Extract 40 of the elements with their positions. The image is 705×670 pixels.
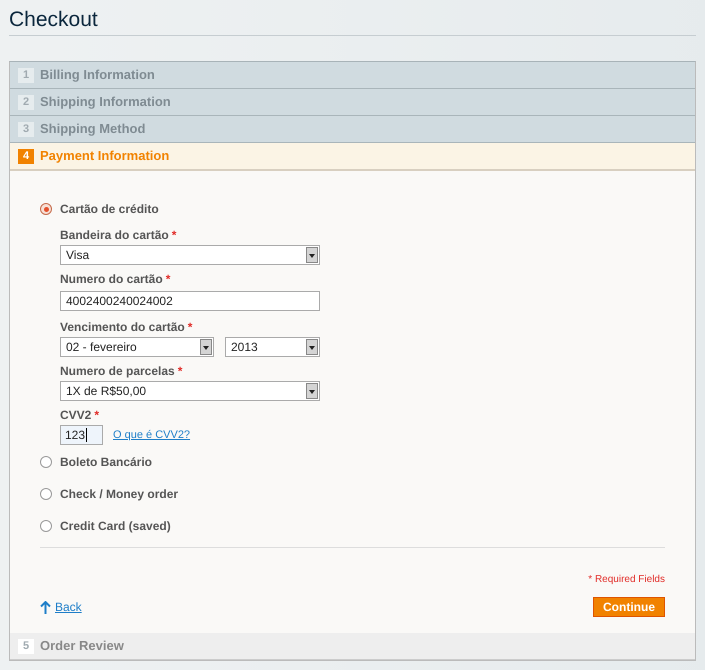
dropdown[interactable]: 1X de R$50,00 bbox=[60, 381, 320, 401]
up-arrow-icon bbox=[40, 600, 51, 614]
dropdown[interactable]: Visa bbox=[60, 245, 320, 265]
radio-button[interactable] bbox=[40, 520, 52, 532]
step-number: 2 bbox=[18, 94, 34, 110]
field-label: Numero de parcelas bbox=[60, 364, 175, 379]
radio-button[interactable] bbox=[40, 488, 52, 500]
required-mark: * bbox=[172, 228, 176, 243]
field-label: Bandeira do cartão bbox=[60, 228, 169, 243]
checkout-step-tab[interactable]: 2 Shipping Information bbox=[10, 89, 695, 116]
page-title: Checkout bbox=[9, 8, 99, 32]
back-link[interactable]: Back bbox=[55, 598, 82, 616]
checkout-step-tab[interactable]: 3 Shipping Method bbox=[10, 116, 695, 143]
step-number: 1 bbox=[18, 68, 34, 82]
checkout-step-tab[interactable]: 5 Order Review bbox=[10, 633, 695, 660]
input-field[interactable]: 4002400240024002 bbox=[60, 291, 320, 311]
step-number: 3 bbox=[18, 122, 34, 136]
required-mark: * bbox=[166, 272, 170, 287]
payment-method-label: Boleto Bancário bbox=[60, 454, 152, 471]
checkout-step-tab[interactable]: 1 Billing Information bbox=[10, 62, 695, 89]
continue-button[interactable]: Continue bbox=[593, 597, 665, 617]
radio-button[interactable] bbox=[40, 203, 52, 215]
cvv-help-link[interactable]: O que é CVV2? bbox=[113, 426, 190, 444]
required-fields-note: * Required Fields bbox=[588, 573, 665, 587]
step-number: 5 bbox=[18, 638, 34, 654]
payment-method-label: Cartão de crédito bbox=[60, 201, 159, 218]
field-label: Vencimento do cartão bbox=[60, 320, 185, 335]
field-label: Numero do cartão bbox=[60, 272, 163, 287]
step-number: 4 bbox=[18, 148, 34, 164]
required-mark: * bbox=[188, 320, 192, 335]
checkout-step-tab[interactable]: 4 Payment Information bbox=[10, 143, 695, 170]
input-field[interactable]: 123 bbox=[60, 425, 103, 445]
payment-method-label: Check / Money order bbox=[60, 486, 178, 503]
required-mark: * bbox=[94, 408, 100, 423]
payment-method-label: Credit Card (saved) bbox=[60, 518, 171, 535]
radio-button[interactable] bbox=[40, 456, 52, 468]
required-mark: * bbox=[178, 364, 182, 379]
dropdown[interactable]: 2013 bbox=[225, 337, 320, 357]
field-label: CVV2 bbox=[60, 408, 92, 423]
dropdown[interactable]: 02 - fevereiro bbox=[60, 337, 214, 357]
